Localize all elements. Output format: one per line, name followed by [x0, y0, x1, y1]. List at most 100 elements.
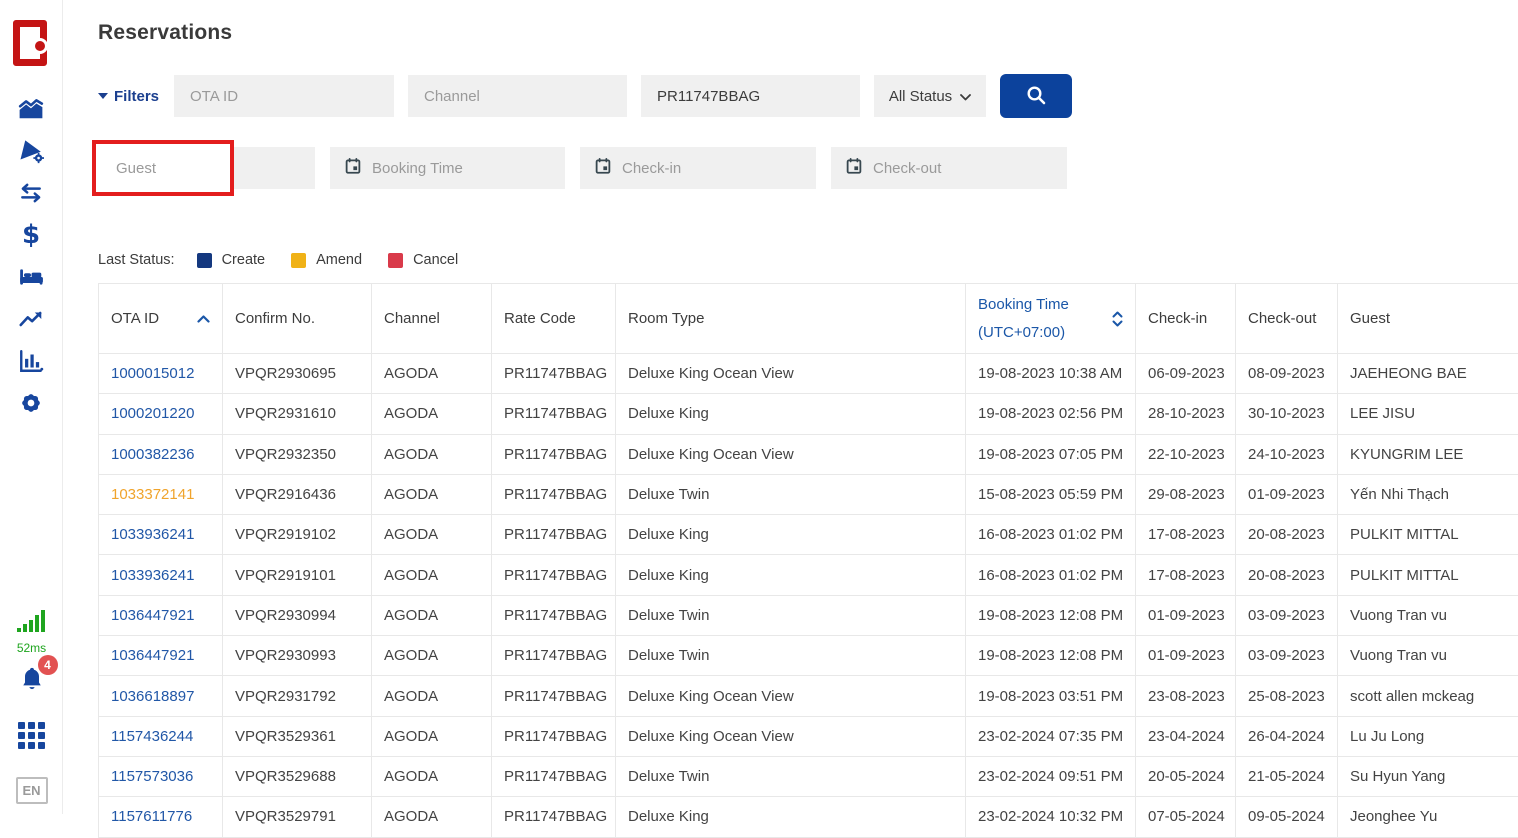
language-selector[interactable]: EN	[16, 777, 48, 804]
booking-time-cell: 19-08-2023 10:38 AM	[966, 354, 1136, 394]
table-row: 1000015012VPQR2930695AGODAPR11747BBAGDel…	[99, 354, 1518, 394]
room-type-cell: Deluxe Twin	[616, 474, 966, 514]
rate-code-cell: PR11747BBAG	[492, 797, 616, 837]
status-legend: Last Status: Create Amend Cancel	[98, 252, 484, 268]
check-out-cell: 20-08-2023	[1236, 555, 1338, 595]
app-logo[interactable]	[13, 20, 47, 66]
ota-id-link[interactable]: 1036618897	[111, 688, 194, 705]
channel-cell: AGODA	[372, 555, 492, 595]
channel-cell: AGODA	[372, 636, 492, 676]
column-header-channel[interactable]: Channel	[372, 284, 492, 354]
ota-id-link[interactable]: 1157436244	[111, 728, 193, 745]
bell-icon	[18, 680, 46, 697]
guest-cell: Vuong Tran vu	[1338, 595, 1518, 635]
sidebar-item-reports[interactable]	[0, 340, 63, 382]
guest-cell: Su Hyun Yang	[1338, 756, 1518, 796]
booking-time-picker[interactable]: Booking Time	[330, 147, 565, 189]
sidebar-item-dashboard[interactable]	[0, 88, 63, 130]
table-row: 1157573036VPQR3529688AGODAPR11747BBAGDel…	[99, 756, 1518, 796]
filters-toggle[interactable]: Filters	[98, 88, 160, 105]
check-in-cell: 23-04-2024	[1136, 716, 1236, 756]
rate-code-cell: PR11747BBAG	[492, 434, 616, 474]
ota-id-link[interactable]: 1033936241	[111, 567, 194, 584]
table-row: 1033372141VPQR2916436AGODAPR11747BBAGDel…	[99, 474, 1518, 514]
channel-cell: AGODA	[372, 676, 492, 716]
send-settings-icon	[18, 138, 44, 164]
chevron-down-icon	[960, 88, 971, 105]
room-type-cell: Deluxe King Ocean View	[616, 434, 966, 474]
check-out-picker[interactable]: Check-out	[831, 147, 1067, 189]
booking-time-cell: 19-08-2023 03:51 PM	[966, 676, 1136, 716]
check-out-cell: 20-08-2023	[1236, 515, 1338, 555]
table-row: 1157436244VPQR3529361AGODAPR11747BBAGDel…	[99, 716, 1518, 756]
check-out-cell: 26-04-2024	[1236, 716, 1338, 756]
ota-id-link[interactable]: 1000015012	[111, 365, 194, 382]
rate-code-cell: PR11747BBAG	[492, 555, 616, 595]
table-header-row: OTA ID Confirm No. Channel Rate Code Roo…	[99, 284, 1518, 354]
room-type-cell: Deluxe Twin	[616, 636, 966, 676]
signal-strength-icon	[16, 608, 48, 639]
guest-cell: Jeonghee Yu	[1338, 797, 1518, 837]
ota-id-link[interactable]: 1036447921	[111, 607, 194, 624]
ota-id-link[interactable]: 1033936241	[111, 526, 194, 543]
sidebar-item-distribution[interactable]	[0, 130, 63, 172]
column-header-check-out[interactable]: Check-out	[1236, 284, 1338, 354]
booking-time-cell: 23-02-2024 10:32 PM	[966, 797, 1136, 837]
sidebar-nav: $	[0, 88, 62, 424]
check-out-picker-label: Check-out	[873, 160, 941, 177]
calendar-icon	[594, 157, 612, 179]
column-header-guest[interactable]: Guest	[1338, 284, 1518, 354]
ota-id-link[interactable]: 1157573036	[111, 768, 193, 785]
rate-code-cell: PR11747BBAG	[492, 515, 616, 555]
room-type-cell: Deluxe King	[616, 555, 966, 595]
sidebar-item-trends[interactable]	[0, 298, 63, 340]
confirm-no-cell: VPQR2931792	[223, 676, 372, 716]
check-in-cell: 28-10-2023	[1136, 394, 1236, 434]
room-type-cell: Deluxe King	[616, 394, 966, 434]
column-header-ota-id[interactable]: OTA ID	[99, 284, 223, 354]
guest-input[interactable]	[98, 147, 315, 189]
channel-input[interactable]	[408, 75, 627, 117]
sort-toggle-icon[interactable]	[1112, 311, 1123, 327]
check-out-cell: 24-10-2023	[1236, 434, 1338, 474]
calendar-icon	[845, 157, 863, 179]
column-header-booking-time[interactable]: Booking Time (UTC+07:00)	[966, 284, 1136, 354]
guest-cell: KYUNGRIM LEE	[1338, 434, 1518, 474]
sidebar-item-transactions[interactable]	[0, 172, 63, 214]
apps-grid-button[interactable]	[18, 722, 45, 749]
check-in-cell: 23-08-2023	[1136, 676, 1236, 716]
column-header-confirm-no[interactable]: Confirm No.	[223, 284, 372, 354]
confirm-no-cell: VPQR2932350	[223, 434, 372, 474]
check-in-picker[interactable]: Check-in	[580, 147, 816, 189]
table-row: 1036447921VPQR2930993AGODAPR11747BBAGDel…	[99, 636, 1518, 676]
booking-time-cell: 19-08-2023 07:05 PM	[966, 434, 1136, 474]
ota-id-link[interactable]: 1000201220	[111, 405, 194, 422]
rate-code-cell: PR11747BBAG	[492, 636, 616, 676]
table-row: 1000382236VPQR2932350AGODAPR11747BBAGDel…	[99, 434, 1518, 474]
ota-id-link[interactable]: 1157611776	[111, 808, 192, 825]
room-type-cell: Deluxe King	[616, 515, 966, 555]
sidebar-item-finance[interactable]: $	[0, 214, 63, 256]
column-header-check-in[interactable]: Check-in	[1136, 284, 1236, 354]
check-in-cell: 01-09-2023	[1136, 595, 1236, 635]
status-select[interactable]: All Status	[874, 75, 986, 117]
ota-id-link[interactable]: 1036447921	[111, 647, 194, 664]
rate-code-input[interactable]	[641, 75, 860, 117]
search-button[interactable]	[1000, 74, 1072, 118]
column-header-rate-code[interactable]: Rate Code	[492, 284, 616, 354]
sidebar-item-settings[interactable]	[0, 382, 63, 424]
notifications-button[interactable]: 4	[18, 665, 46, 698]
column-header-room-type[interactable]: Room Type	[616, 284, 966, 354]
check-out-cell: 08-09-2023	[1236, 354, 1338, 394]
ota-id-input[interactable]	[174, 75, 394, 117]
channel-cell: AGODA	[372, 595, 492, 635]
ota-id-link[interactable]: 1033372141	[111, 486, 194, 503]
ota-id-link[interactable]: 1000382236	[111, 446, 194, 463]
sidebar-item-rooms[interactable]	[0, 256, 63, 298]
rate-code-cell: PR11747BBAG	[492, 676, 616, 716]
confirm-no-cell: VPQR2930695	[223, 354, 372, 394]
confirm-no-cell: VPQR2919102	[223, 515, 372, 555]
table-row: 1157611776VPQR3529791AGODAPR11747BBAGDel…	[99, 797, 1518, 837]
status-select-value: All Status	[889, 88, 952, 105]
transfer-icon	[18, 180, 44, 206]
